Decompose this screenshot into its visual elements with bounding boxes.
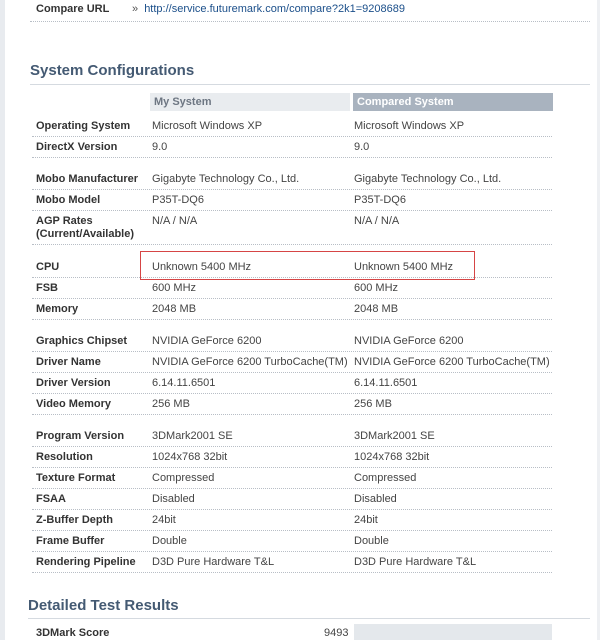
compared-system-column-header: Compared System	[353, 93, 553, 111]
row-label: FSB	[36, 282, 58, 294]
my-value: Disabled	[152, 493, 195, 505]
table-row: Mobo Model P35T-DQ6 P35T-DQ6	[32, 190, 552, 211]
my-score-value: 9493	[324, 627, 349, 639]
cpu-highlight-box	[140, 251, 475, 280]
row-label: Graphics Chipset	[36, 335, 128, 347]
row-label: Resolution	[36, 451, 93, 463]
my-value: 2048 MB	[152, 303, 197, 315]
my-value: 9.0	[152, 141, 168, 153]
score-row: 3DMark Score 9493	[32, 624, 552, 640]
score-label: 3DMark Score	[36, 627, 110, 639]
table-row: FSB 600 MHz 600 MHz	[32, 278, 552, 299]
compared-value: P35T-DQ6	[354, 194, 406, 206]
table-row: Resolution 1024x768 32bit 1024x768 32bit	[32, 447, 552, 468]
row-label: Video Memory	[36, 398, 111, 410]
my-value: 24bit	[152, 514, 176, 526]
row-label: Frame Buffer	[36, 535, 105, 547]
row-label: Program Version	[36, 430, 125, 442]
row-label: Driver Name	[36, 356, 101, 368]
row-label: Mobo Model	[36, 194, 101, 206]
compared-value: 24bit	[354, 514, 378, 526]
row-label: Rendering Pipeline	[36, 556, 136, 568]
compared-value: Gigabyte Technology Co., Ltd.	[354, 173, 502, 185]
my-value: 256 MB	[152, 398, 190, 410]
table-row: Graphics Chipset NVIDIA GeForce 6200 NVI…	[32, 331, 552, 352]
compared-value: 3DMark2001 SE	[354, 430, 435, 442]
my-value: D3D Pure Hardware T&L	[152, 556, 275, 568]
my-value: Microsoft Windows XP	[152, 120, 263, 132]
my-system-column-header: My System	[150, 93, 350, 111]
compared-score-bar	[354, 624, 552, 640]
row-label: Operating System	[36, 120, 131, 132]
compared-value: Double	[354, 535, 389, 547]
table-row: Frame Buffer Double Double	[32, 531, 552, 552]
my-value: N/A / N/A	[152, 215, 198, 227]
my-value: 6.14.11.6501	[152, 377, 216, 389]
table-row: Driver Name NVIDIA GeForce 6200 TurboCac…	[32, 352, 552, 373]
compared-value: 2048 MB	[354, 303, 399, 315]
table-row: Mobo Manufacturer Gigabyte Technology Co…	[32, 169, 552, 190]
arrow-icon: »	[132, 3, 139, 15]
row-label: Mobo Manufacturer	[36, 173, 139, 185]
compared-value: 256 MB	[354, 398, 392, 410]
table-row: Program Version 3DMark2001 SE 3DMark2001…	[32, 426, 552, 447]
row-label: DirectX Version	[36, 141, 118, 153]
compare-url-value: » http://service.futuremark.com/compare?…	[132, 3, 405, 15]
my-value: 1024x768 32bit	[152, 451, 228, 463]
my-value: Double	[152, 535, 187, 547]
heading-divider	[30, 84, 590, 85]
compare-url-label: Compare URL	[36, 3, 110, 15]
table-row: Driver Version 6.14.11.6501 6.14.11.6501	[32, 373, 552, 394]
compared-value: 1024x768 32bit	[354, 451, 430, 463]
compared-value: NVIDIA GeForce 6200	[354, 335, 464, 347]
my-value: 600 MHz	[152, 282, 197, 294]
my-value: 3DMark2001 SE	[152, 430, 233, 442]
table-row: Memory 2048 MB 2048 MB	[32, 299, 552, 320]
table-row: Operating System Microsoft Windows XP Mi…	[32, 116, 552, 137]
compared-value: D3D Pure Hardware T&L	[354, 556, 477, 568]
system-config-heading: System Configurations	[30, 62, 195, 79]
compared-value: N/A / N/A	[354, 215, 400, 227]
table-row: Rendering Pipeline D3D Pure Hardware T&L…	[32, 552, 552, 573]
heading-divider	[28, 618, 590, 619]
my-value: NVIDIA GeForce 6200 TurboCache(TM)	[152, 356, 348, 368]
compared-value: 600 MHz	[354, 282, 399, 294]
row-label: AGP Rates (Current/Available)	[36, 215, 135, 240]
table-row: Z-Buffer Depth 24bit 24bit	[32, 510, 552, 531]
my-value: Gigabyte Technology Co., Ltd.	[152, 173, 300, 185]
row-label: Memory	[36, 303, 79, 315]
compared-value: 6.14.11.6501	[354, 377, 418, 389]
row-label: CPU	[36, 261, 60, 273]
compared-value: Microsoft Windows XP	[354, 120, 465, 132]
row-label: Driver Version	[36, 377, 111, 389]
compared-value: Disabled	[354, 493, 397, 505]
row-label: Z-Buffer Depth	[36, 514, 113, 526]
compare-url-link[interactable]: http://service.futuremark.com/compare?2k…	[144, 3, 405, 15]
table-row: DirectX Version 9.0 9.0	[32, 137, 552, 158]
compare-url-row: Compare URL » http://service.futuremark.…	[30, 0, 590, 22]
my-value: P35T-DQ6	[152, 194, 204, 206]
my-value: NVIDIA GeForce 6200	[152, 335, 262, 347]
compared-value: NVIDIA GeForce 6200 TurboCache(TM)	[354, 356, 550, 368]
detailed-results-heading: Detailed Test Results	[28, 597, 179, 614]
table-row: FSAA Disabled Disabled	[32, 489, 552, 510]
table-row: Texture Format Compressed Compressed	[32, 468, 552, 489]
compared-value: 9.0	[354, 141, 370, 153]
row-label: FSAA	[36, 493, 66, 505]
my-value: Compressed	[152, 472, 215, 484]
left-page-rail	[0, 0, 5, 640]
table-row: Video Memory 256 MB 256 MB	[32, 394, 552, 415]
compared-value: Compressed	[354, 472, 417, 484]
table-row: AGP Rates (Current/Available) N/A / N/A …	[32, 211, 552, 245]
row-label: Texture Format	[36, 472, 116, 484]
